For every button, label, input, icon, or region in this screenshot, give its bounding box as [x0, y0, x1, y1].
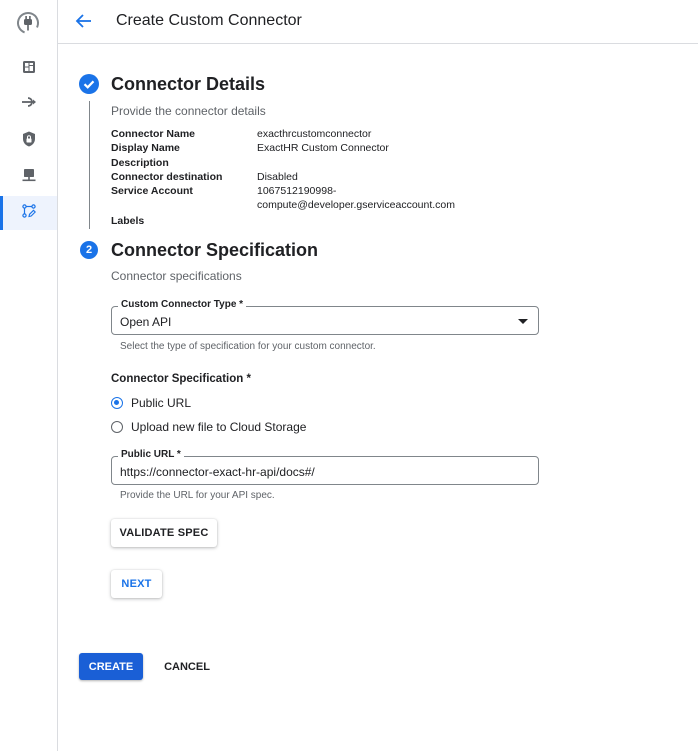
- connector-details-summary: Connector Name exacthrcustomconnector Di…: [111, 127, 455, 228]
- public-url-hint: Provide the URL for your API spec.: [120, 490, 275, 501]
- detail-row-connector-name: Connector Name exacthrcustomconnector: [111, 127, 455, 141]
- rail-item-connections[interactable]: [0, 87, 57, 121]
- detail-value: 1067512190998- compute@developer.gservic…: [257, 184, 455, 213]
- custom-connector-type-hint: Select the type of specification for you…: [120, 341, 376, 352]
- custom-connector-type-label: Custom Connector Type *: [118, 299, 247, 310]
- public-url-input[interactable]: Public URL * https://connector-exact-hr-…: [111, 449, 539, 485]
- detail-key: Labels: [111, 214, 145, 227]
- validate-spec-button[interactable]: VALIDATE SPEC: [111, 519, 217, 547]
- custom-connector-type-select[interactable]: Custom Connector Type * Open API: [111, 299, 539, 335]
- detail-value: Disabled: [257, 170, 298, 183]
- detail-key: Service Account: [111, 185, 193, 198]
- detail-value: exacthrcustomconnector: [257, 128, 372, 140]
- rail-item-endpoint[interactable]: [0, 160, 57, 194]
- connection-icon: [21, 95, 37, 114]
- dashboard-icon: [22, 60, 36, 79]
- detail-value: ExactHR Custom Connector: [257, 142, 389, 155]
- create-button[interactable]: CREATE: [79, 653, 143, 680]
- service-account-line-1: 1067512190998-: [257, 185, 337, 198]
- nav-rail: [0, 0, 58, 751]
- step-completed-check-icon: [79, 74, 99, 94]
- stepper-connector-line: [89, 101, 90, 229]
- step-1-subtitle: Provide the connector details: [111, 104, 266, 118]
- custom-connector-icon: [21, 203, 36, 223]
- page-header: Create Custom Connector: [58, 0, 698, 44]
- public-url-value[interactable]: https://connector-exact-hr-api/docs#/: [120, 465, 315, 479]
- dropdown-arrow-icon: [518, 319, 528, 324]
- connector-plug-logo-icon: [16, 11, 40, 35]
- detail-key: Description: [111, 156, 169, 169]
- detail-row-service-account: Service Account 1067512190998- compute@d…: [111, 184, 455, 213]
- step-1-title[interactable]: Connector Details: [111, 74, 265, 95]
- detail-row-connector-destination: Connector destination Disabled: [111, 170, 455, 184]
- radio-unchecked-icon[interactable]: [111, 421, 123, 433]
- detail-row-display-name: Display Name ExactHR Custom Connector: [111, 141, 455, 155]
- rail-item-overview[interactable]: [0, 52, 57, 86]
- detail-key: Connector Name: [111, 128, 196, 140]
- public-url-label: Public URL *: [118, 449, 184, 460]
- radio-public-url[interactable]: Public URL: [111, 396, 191, 410]
- detail-row-description: Description: [111, 156, 455, 170]
- custom-connector-type-value: Open API: [120, 315, 172, 329]
- security-shield-icon: [22, 131, 36, 152]
- desktop-network-icon: [22, 168, 36, 187]
- cancel-button[interactable]: CANCEL: [155, 653, 219, 680]
- rail-item-security[interactable]: [0, 124, 57, 158]
- detail-key: Display Name: [111, 142, 180, 155]
- detail-row-labels: Labels: [111, 214, 455, 228]
- radio-label: Upload new file to Cloud Storage: [131, 420, 307, 434]
- radio-label: Public URL: [131, 396, 192, 410]
- service-account-line-2: compute@developer.gserviceaccount.com: [257, 199, 456, 212]
- rail-item-custom-connectors[interactable]: [0, 196, 57, 230]
- step-2-subtitle: Connector specifications: [111, 269, 242, 283]
- step-2-title[interactable]: Connector Specification: [111, 240, 318, 261]
- connector-specification-label: Connector Specification *: [111, 373, 251, 385]
- page-title: Create Custom Connector: [116, 12, 302, 29]
- radio-checked-icon[interactable]: [111, 397, 123, 409]
- radio-upload-cloud-storage[interactable]: Upload new file to Cloud Storage: [111, 420, 306, 434]
- next-button[interactable]: NEXT: [111, 570, 162, 598]
- step-2-number-badge: 2: [80, 241, 98, 259]
- back-arrow-icon[interactable]: [73, 10, 95, 32]
- detail-key: Connector destination: [111, 170, 223, 183]
